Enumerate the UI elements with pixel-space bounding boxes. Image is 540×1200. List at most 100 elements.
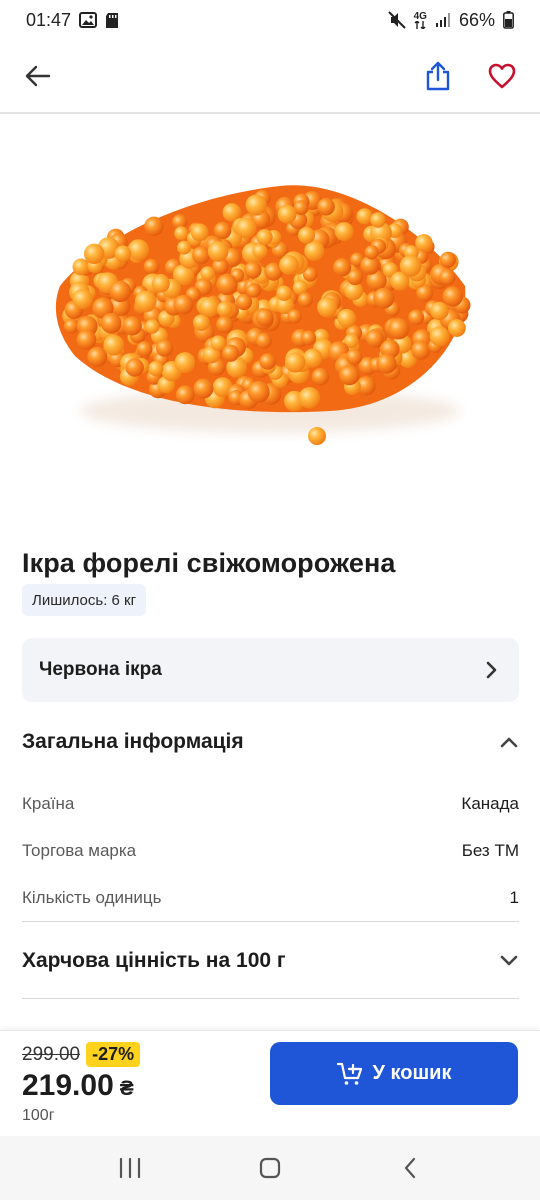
spec-row-country: Країна Канада bbox=[22, 789, 519, 819]
caviar-egg bbox=[301, 330, 316, 346]
caviar-egg bbox=[298, 226, 315, 244]
caviar-egg bbox=[144, 216, 164, 236]
caviar-egg bbox=[339, 365, 360, 386]
add-to-cart-button[interactable]: У кошик bbox=[270, 1042, 518, 1105]
caviar-egg bbox=[174, 352, 196, 374]
share-icon bbox=[426, 61, 450, 91]
caviar-egg bbox=[173, 294, 194, 315]
stock-label: Лишилось: 6 кг bbox=[32, 591, 137, 609]
caviar-egg bbox=[72, 288, 94, 310]
caviar-egg bbox=[100, 313, 122, 334]
caviar-egg bbox=[114, 245, 132, 262]
caviar-egg bbox=[279, 255, 299, 275]
caviar-egg bbox=[317, 297, 338, 318]
caviar-egg bbox=[174, 226, 189, 241]
caviar-egg bbox=[276, 285, 292, 301]
caviar-egg bbox=[439, 269, 456, 286]
caviar-egg bbox=[244, 261, 262, 279]
caviar-egg bbox=[298, 387, 321, 409]
purchase-panel: 299.00 -27% 219.00 ₴ 100г У кошик bbox=[0, 1030, 540, 1136]
currency-symbol: ₴ bbox=[119, 1077, 134, 1100]
product-image bbox=[0, 116, 540, 526]
caviar-egg bbox=[259, 353, 276, 370]
caviar-egg bbox=[334, 222, 354, 242]
gallery-notification-icon bbox=[79, 12, 98, 28]
nutrition-header[interactable]: Харчова цінність на 100 г bbox=[22, 941, 519, 981]
caviar-egg bbox=[364, 245, 379, 260]
caviar-egg bbox=[408, 309, 425, 326]
spec-row-brand: Торгова марка Без ТМ bbox=[22, 836, 519, 866]
top-app-bar bbox=[0, 40, 540, 114]
caviar-egg bbox=[245, 194, 267, 216]
network-4g-icon: 4G bbox=[414, 11, 427, 29]
battery-icon bbox=[503, 11, 514, 29]
caviar-egg bbox=[333, 258, 352, 277]
category-link[interactable]: Червона ікра bbox=[22, 638, 519, 702]
old-price: 299.00 bbox=[22, 1043, 81, 1065]
spec-value: Без ТМ bbox=[461, 841, 519, 860]
caviar-egg bbox=[430, 301, 449, 321]
caviar-egg bbox=[210, 335, 226, 351]
status-time: 01:47 bbox=[26, 9, 72, 30]
caviar-egg bbox=[252, 243, 268, 259]
caviar-egg bbox=[308, 427, 326, 445]
caviar-egg bbox=[216, 316, 234, 334]
caviar-egg bbox=[175, 385, 195, 405]
caviar-egg bbox=[439, 251, 456, 268]
general-info-header[interactable]: Загальна інформація bbox=[22, 722, 519, 762]
trout-caviar-image bbox=[55, 185, 471, 445]
heart-icon bbox=[488, 63, 516, 89]
current-price: 219.00 bbox=[22, 1069, 114, 1102]
nutrition-title: Харчова цінність на 100 г bbox=[22, 949, 286, 972]
caviar-egg bbox=[125, 358, 144, 377]
recent-apps-button[interactable] bbox=[112, 1150, 148, 1186]
favorite-button[interactable] bbox=[484, 58, 520, 94]
caviar-egg bbox=[200, 266, 215, 281]
caviar-egg bbox=[134, 290, 157, 313]
chevron-up-icon bbox=[500, 737, 518, 748]
caviar-egg bbox=[76, 329, 97, 350]
category-label: Червона ікра bbox=[39, 659, 162, 680]
caviar-egg bbox=[216, 301, 233, 317]
caviar-egg bbox=[356, 208, 373, 225]
caviar-egg bbox=[199, 297, 220, 317]
caviar-egg bbox=[84, 243, 105, 264]
divider bbox=[22, 998, 519, 999]
old-price-row: 299.00 -27% bbox=[22, 1042, 141, 1067]
back-arrow-icon bbox=[25, 65, 51, 87]
caviar-egg bbox=[148, 361, 164, 377]
back-button[interactable] bbox=[20, 58, 56, 94]
caviar-egg bbox=[311, 368, 330, 386]
caviar-egg bbox=[287, 309, 302, 324]
share-button[interactable] bbox=[420, 58, 456, 94]
caviar-egg bbox=[373, 287, 395, 309]
caviar-egg bbox=[370, 212, 386, 228]
system-back-button[interactable] bbox=[392, 1150, 428, 1186]
system-back-icon bbox=[404, 1157, 416, 1179]
add-to-cart-label: У кошик bbox=[372, 1062, 452, 1084]
caviar-egg bbox=[143, 258, 160, 275]
caviar-egg bbox=[213, 221, 232, 240]
caviar-egg bbox=[365, 329, 384, 348]
caviar-egg bbox=[177, 240, 192, 255]
caviar-egg bbox=[411, 340, 431, 360]
caviar-egg bbox=[190, 223, 209, 242]
caviar-egg bbox=[122, 316, 142, 336]
caviar-egg bbox=[207, 241, 229, 262]
battery-percent: 66% bbox=[458, 9, 495, 30]
caviar-egg bbox=[442, 286, 463, 307]
top-actions bbox=[420, 58, 520, 94]
spec-key: Країна bbox=[22, 794, 75, 813]
spec-key: Кількість одиниць bbox=[22, 888, 162, 907]
caviar-egg bbox=[246, 283, 261, 298]
caviar-egg bbox=[399, 255, 422, 277]
general-info-title: Загальна інформація bbox=[22, 730, 244, 753]
caviar-egg bbox=[156, 339, 174, 357]
caviar-egg bbox=[346, 348, 363, 365]
caviar-egg bbox=[216, 273, 238, 295]
caviar-egg bbox=[448, 319, 466, 337]
discount-badge: -27% bbox=[86, 1042, 141, 1067]
price-unit: 100г bbox=[22, 1107, 55, 1124]
chevron-right-icon bbox=[486, 661, 497, 679]
home-button[interactable] bbox=[252, 1150, 288, 1186]
